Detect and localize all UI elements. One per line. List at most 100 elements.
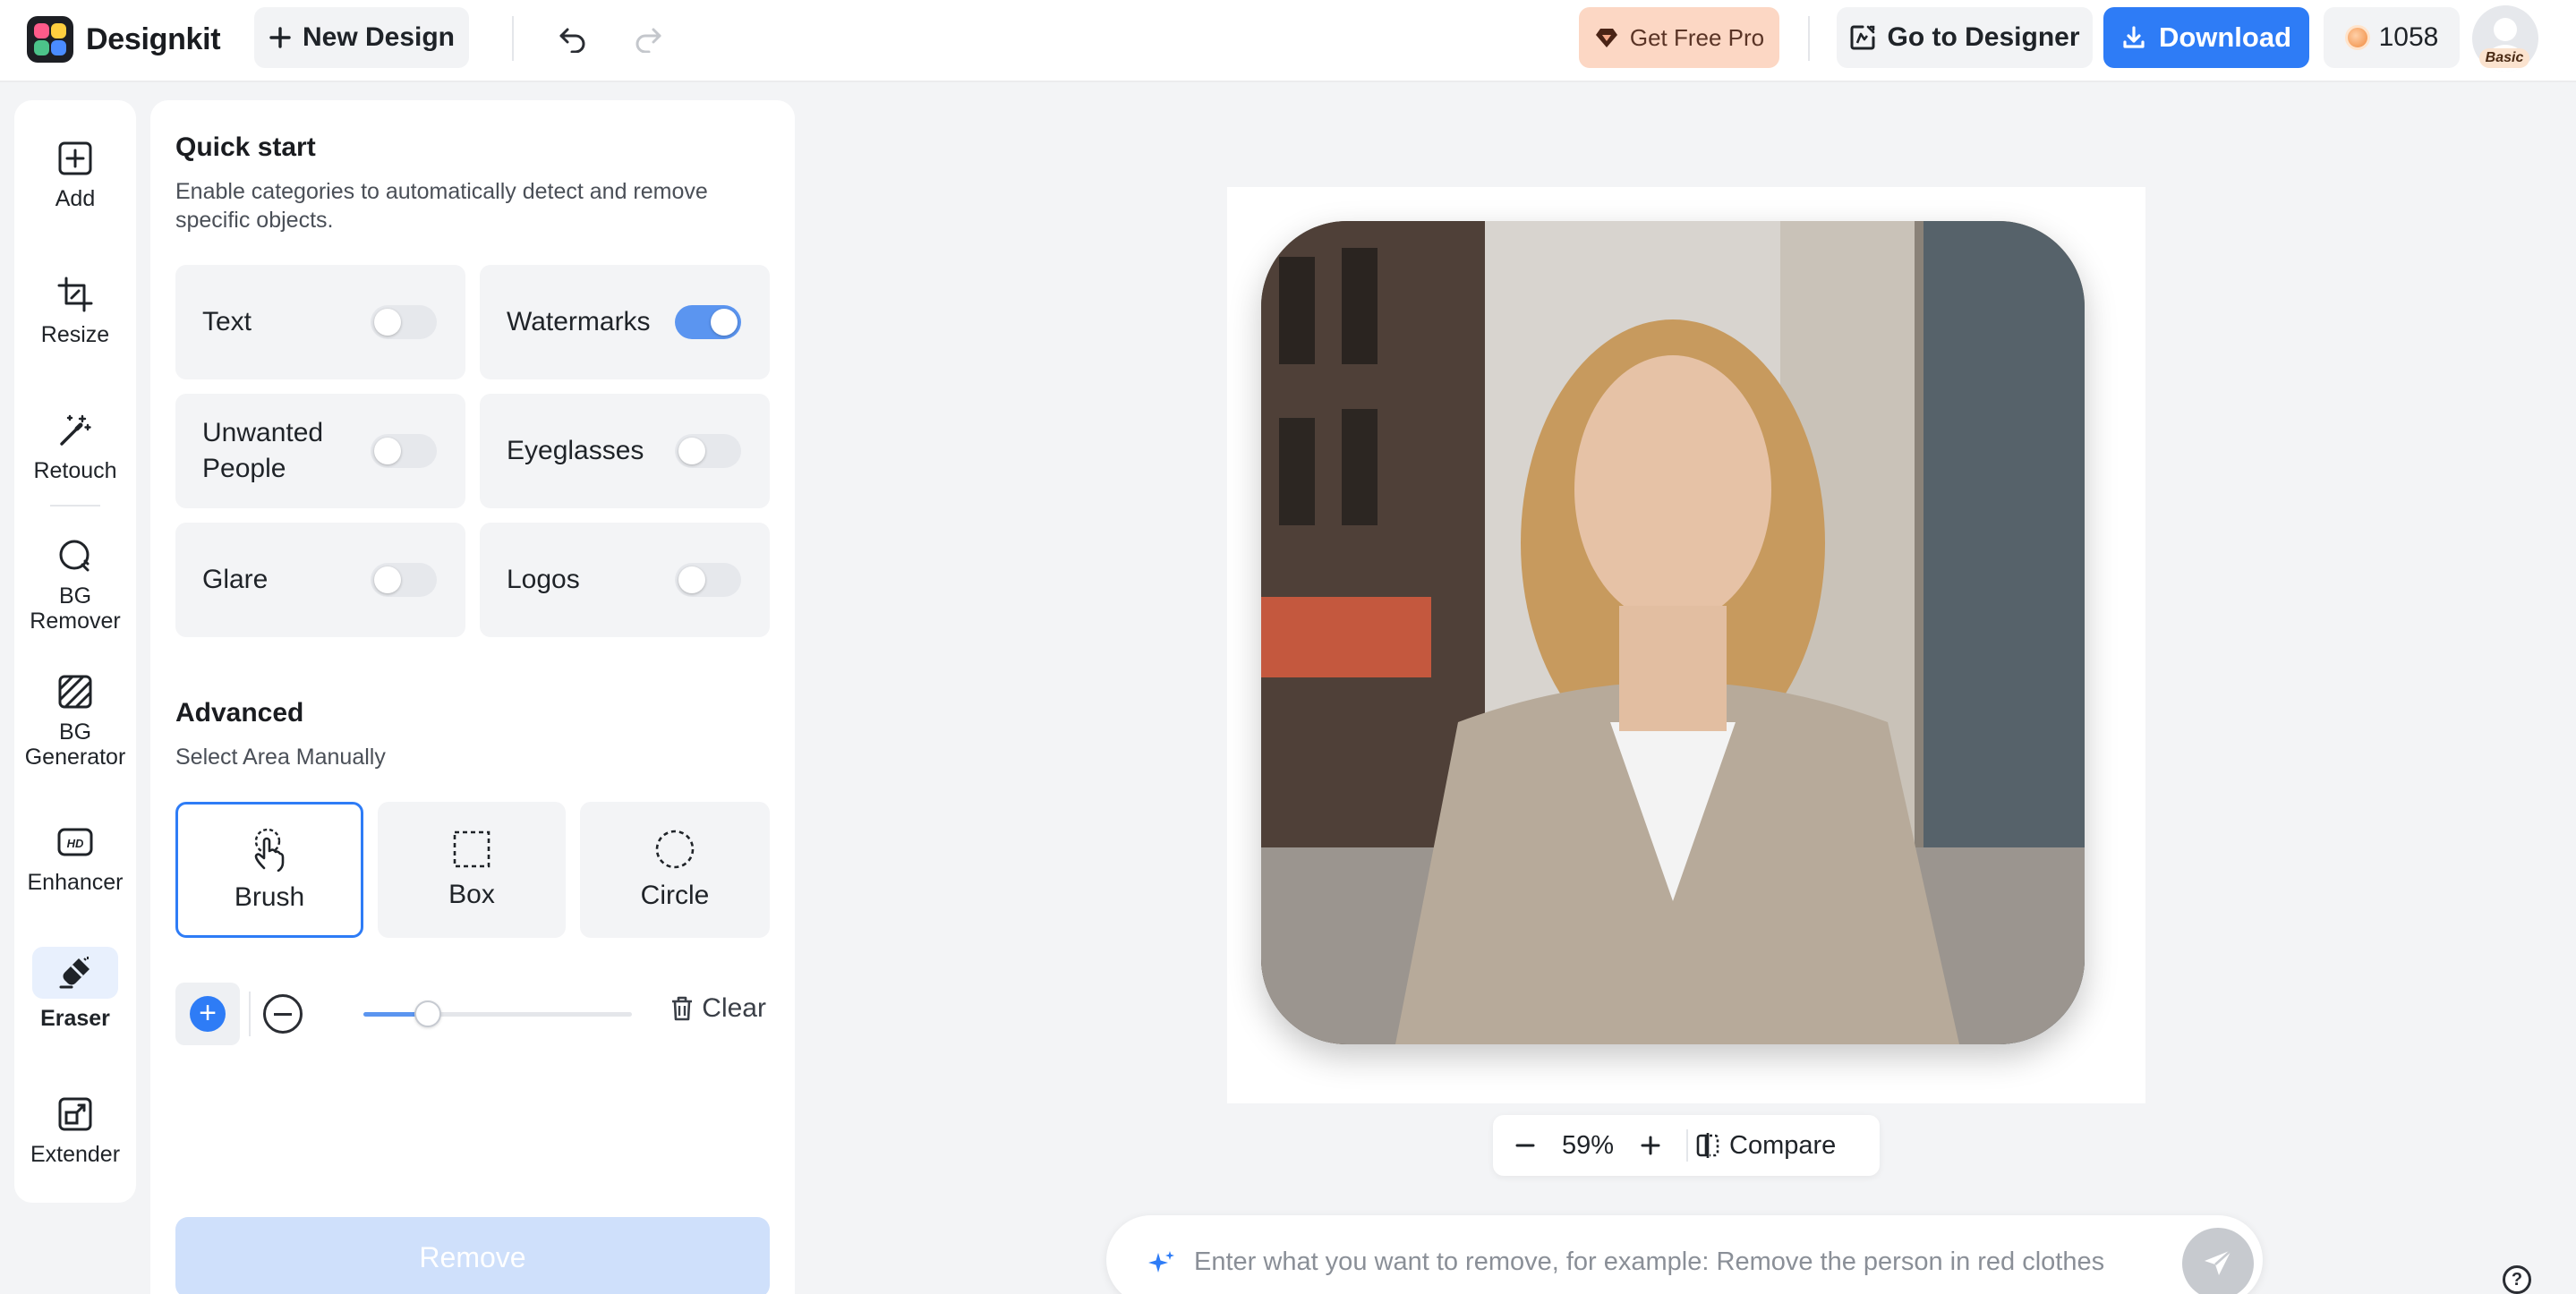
toggle-card-unwanted-people[interactable]: Unwanted People [175,394,465,508]
minus-icon [274,1012,292,1016]
zoom-level: 59% [1561,1130,1615,1160]
undo-button[interactable] [550,16,596,63]
brush-size-slider[interactable] [363,1000,632,1027]
toggle-card-glare[interactable]: Glare [175,523,465,637]
plus-icon [269,27,291,48]
subtract-area-button[interactable] [263,994,303,1034]
undo-icon [559,28,585,53]
hatched-square-icon [55,671,96,712]
download-label: Download [2158,21,2292,53]
clear-button[interactable]: Clear [670,993,766,1024]
unwanted-people-switch[interactable] [371,434,437,468]
toggle-card-watermarks[interactable]: Watermarks [480,265,770,379]
compare-button[interactable]: Compare [1695,1131,1836,1161]
eyeglasses-switch[interactable] [675,434,741,468]
slider-thumb[interactable] [414,1000,441,1027]
hd-icon: HD [55,822,96,863]
eraser-panel: Quick start Enable categories to automat… [150,100,795,1294]
designer-icon [1850,25,1875,50]
mode-circle[interactable]: Circle [580,802,770,938]
rail-item-enhancer[interactable]: HD Enhancer [14,822,136,895]
zoom-out-button[interactable] [1493,1115,1557,1176]
svg-text:HD: HD [67,837,84,850]
help-button[interactable]: ? [2503,1265,2531,1294]
dashed-box-icon [453,830,490,868]
toggle-card-text[interactable]: Text [175,265,465,379]
artboard [1227,187,2145,1103]
logos-switch[interactable] [675,563,741,597]
mode-brush[interactable]: Brush [175,802,363,938]
portrait-photo[interactable] [1261,221,2085,1044]
glare-switch[interactable] [371,563,437,597]
rail-item-eraser[interactable]: Eraser [14,947,136,1031]
coin-icon [2344,25,2370,50]
go-to-designer-button[interactable]: Go to Designer [1837,7,2093,68]
toggle-label: Text [202,307,252,336]
rail-item-label: BG Generator [24,719,126,770]
rail-divider [50,505,100,507]
app-logo[interactable]: Designkit [27,16,221,63]
text-switch[interactable] [371,305,437,339]
watermarks-switch[interactable] [675,305,741,339]
add-area-button[interactable]: + [175,983,240,1045]
prompt-input[interactable]: Enter what you want to remove, for examp… [1194,1247,2104,1277]
sparkle-icon [1148,1251,1174,1273]
toggle-card-eyeglasses[interactable]: Eyeglasses [480,394,770,508]
rail-item-label: Add [55,186,96,211]
send-button[interactable] [2182,1228,2254,1294]
toggle-label: Watermarks [507,307,651,336]
rail-item-label: Extender [30,1142,121,1167]
rail-item-retouch[interactable]: Retouch [14,410,136,483]
toggle-card-logos[interactable]: Logos [480,523,770,637]
rail-item-add[interactable]: Add [14,138,136,211]
get-free-pro-label: Get Free Pro [1629,23,1765,51]
trash-icon [672,996,693,1021]
app-name: Designkit [86,21,221,56]
compare-label: Compare [1729,1130,1837,1160]
rail-item-label: Resize [40,322,110,347]
crop-icon [55,274,96,315]
rail-item-label: Retouch [33,458,117,483]
quick-start-description: Enable categories to automatically detec… [175,179,708,233]
credits-badge[interactable]: 1058 [2324,7,2460,68]
divider [1686,1129,1688,1162]
magic-wand-icon [55,410,96,451]
toggle-label: Unwanted People [202,418,324,483]
zoom-in-button[interactable] [1618,1115,1683,1176]
mode-label: Box [448,880,495,909]
eraser-icon [32,947,118,999]
prompt-bar: Enter what you want to remove, for examp… [1106,1215,2263,1294]
designkit-logo-icon [27,16,73,63]
mode-label: Circle [640,881,710,910]
plan-badge: Basic [2479,48,2529,68]
diamond-heart-icon [1595,29,1617,47]
rail-item-resize[interactable]: Resize [14,274,136,347]
rail-item-label: Eraser [40,1006,110,1031]
rail-item-extender[interactable]: Extender [14,1094,136,1167]
redo-button[interactable] [625,16,671,63]
download-icon [2123,26,2145,48]
credits-count: 1058 [2378,22,2439,52]
remove-button[interactable]: Remove [175,1217,770,1294]
divider [512,16,514,61]
bg-remover-icon [55,535,96,576]
mode-box[interactable]: Box [378,802,566,938]
divider [249,992,251,1036]
brush-hand-icon [254,828,285,872]
rail-item-bg-generator[interactable]: BG Generator [14,671,136,770]
rail-item-bg-remover[interactable]: BG Remover [14,535,136,634]
advanced-description: Select Area Manually [175,745,386,770]
new-design-button[interactable]: New Design [254,7,469,68]
mode-label: Brush [234,882,305,912]
plus-circle-icon: + [190,996,226,1032]
top-bar: Designkit New Design Get Free Pro Go to … [0,0,2576,82]
send-icon [2205,1249,2232,1275]
get-free-pro-button[interactable]: Get Free Pro [1579,7,1779,68]
toggle-label: Glare [202,565,269,594]
compare-icon [1696,1133,1719,1158]
tool-rail: Add Resize Retouch BG Remover BG Generat… [14,100,136,1203]
new-design-label: New Design [302,22,456,52]
divider [1808,16,1810,61]
download-button[interactable]: Download [2103,7,2309,68]
zoom-toolbar: 59% Compare [1493,1115,1880,1176]
